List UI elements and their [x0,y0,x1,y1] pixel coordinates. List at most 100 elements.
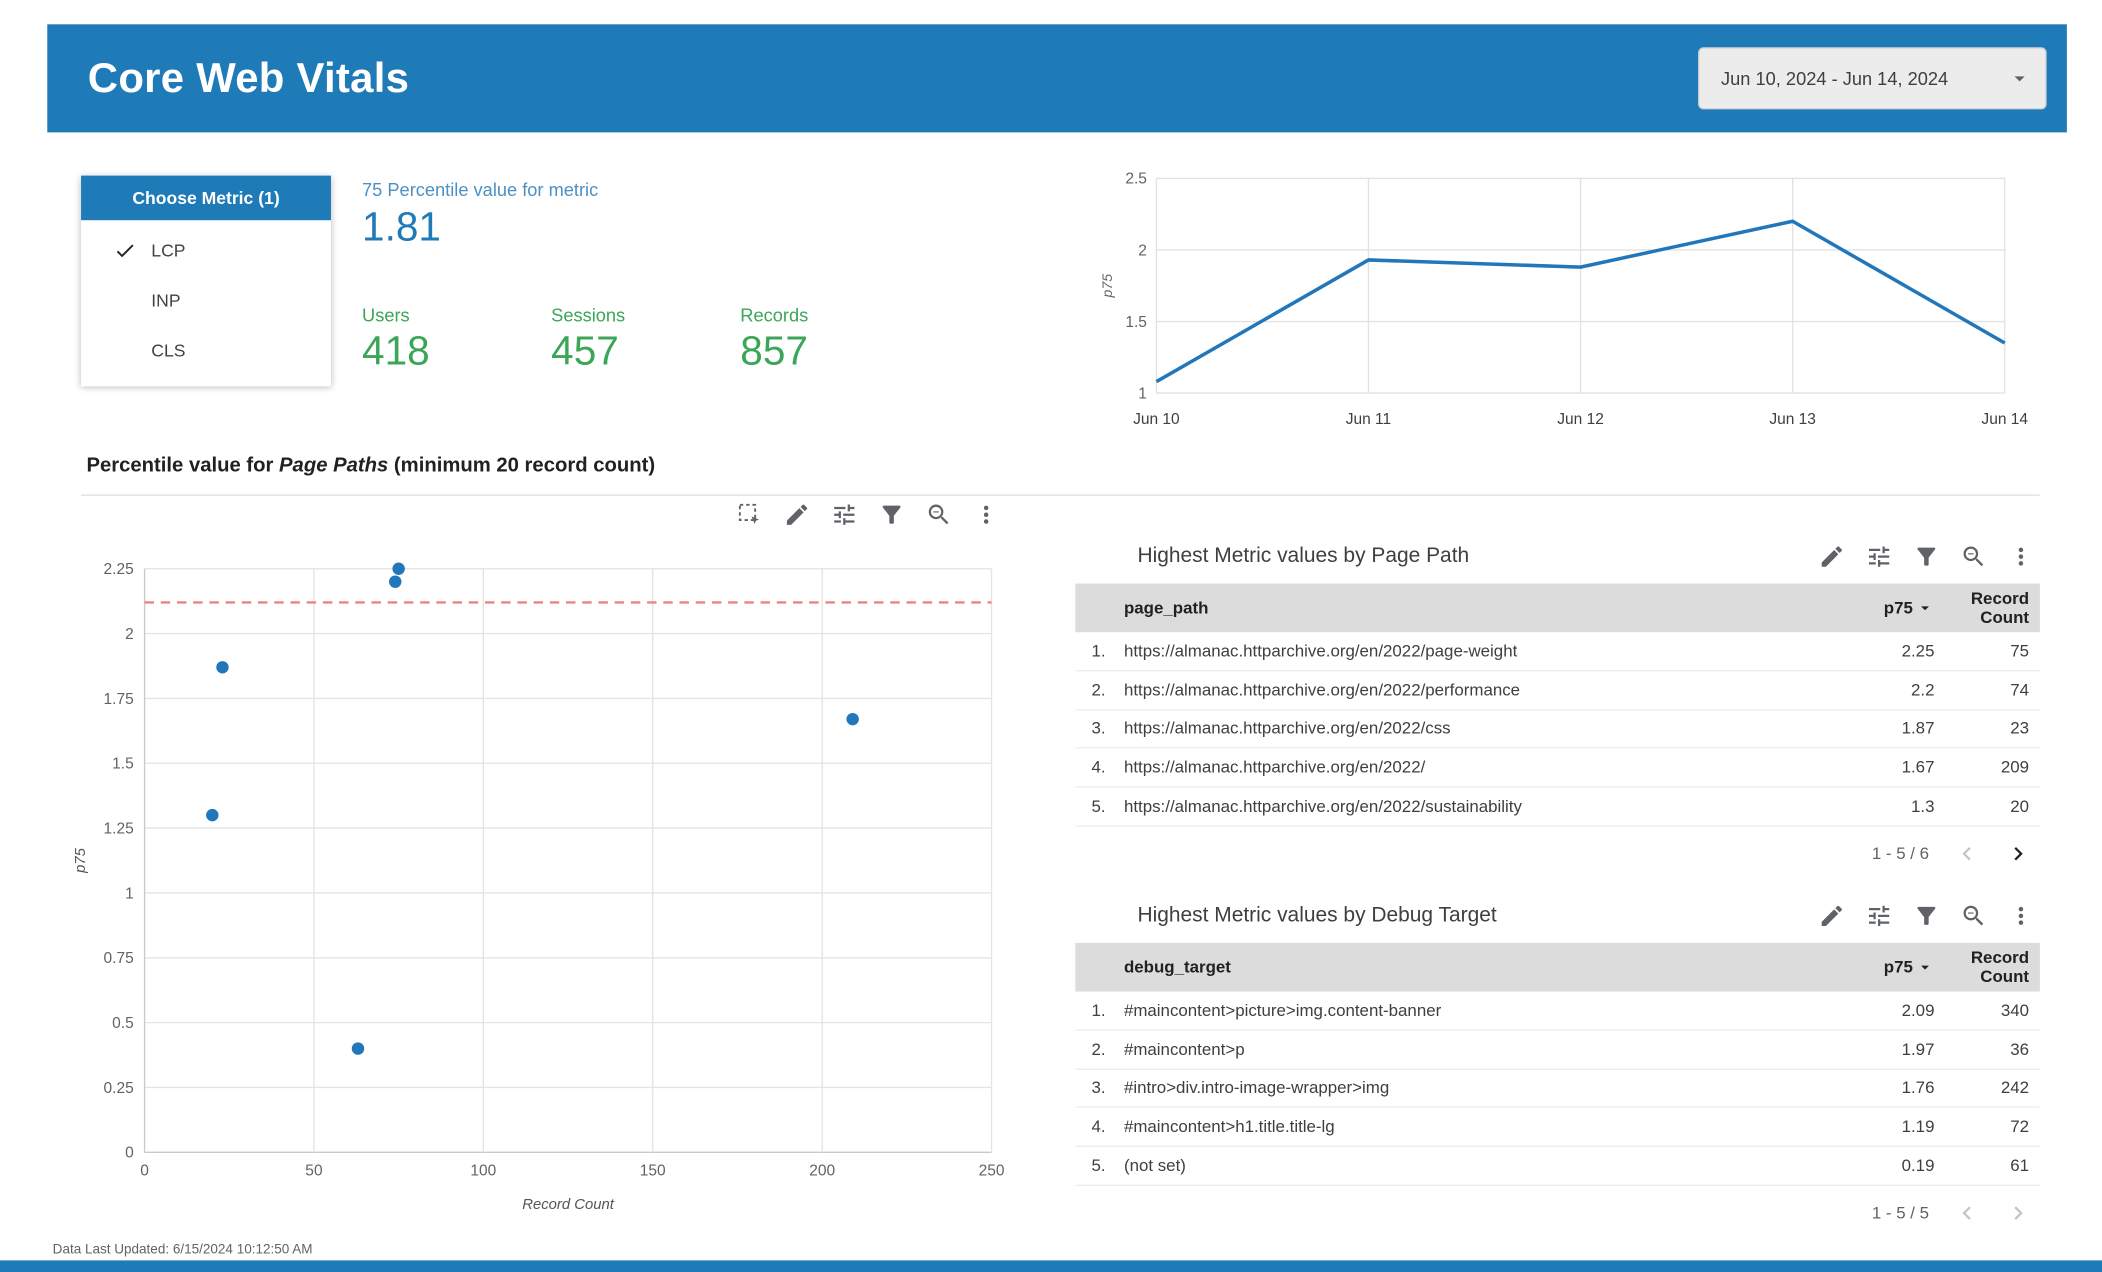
svg-text:Jun 12: Jun 12 [1557,411,1604,428]
svg-text:1.5: 1.5 [1125,314,1147,331]
metric-option-lcp[interactable]: LCP [81,226,331,276]
row-index: 3. [1091,1078,1106,1098]
sliders-icon[interactable] [1866,543,1893,570]
table-row[interactable]: 1. https://almanac.httparchive.org/en/202… [1075,632,2040,672]
table-row[interactable]: 1. #maincontent>picture>img.content-banne… [1075,992,2040,1031]
sliders-icon[interactable] [1866,902,1893,929]
zoom-icon[interactable] [925,501,952,528]
filter-icon[interactable] [1913,902,1940,929]
svg-text:50: 50 [305,1162,323,1179]
column-header-record-count[interactable]: Record Count [1934,588,2039,627]
chevron-down-icon [2007,66,2031,90]
tables-panel: Highest Metric values by Page Path page_… [1075,532,2040,1251]
svg-text:Jun 14: Jun 14 [1981,411,2028,428]
next-page-button [2005,1200,2032,1227]
filter-icon[interactable] [1913,543,1940,570]
p75-timeseries-chart[interactable]: 1 1.5 2 2.5 Jun 10 Jun 11 Jun 12 Jun 13 Jun 14 p7… [1094,159,2040,436]
row-name: https://almanac.httparchive.org/en/2022/… [1123,719,1451,739]
table-toolbar [1818,902,2040,929]
column-header-p75[interactable]: p75 [1805,958,1935,977]
table-row[interactable]: 5. https://almanac.httparchive.org/en/202… [1075,788,2040,827]
column-header-p75[interactable]: p75 [1805,598,1935,617]
row-index: 4. [1091,1117,1106,1137]
column-header-page-path[interactable]: page_path [1075,598,1804,617]
table-body: 1. #maincontent>picture>img.content-banne… [1075,992,2040,1187]
table-row[interactable]: 2. #maincontent>p 1.97 36 [1075,1030,2040,1070]
edit-icon[interactable] [1818,902,1845,929]
column-header-record-count[interactable]: Record Count [1934,948,2039,987]
check-slot-empty [113,289,136,312]
svg-text:Jun 10: Jun 10 [1133,411,1180,428]
section-title: Percentile value for Page Paths (minimum… [86,453,656,477]
menu-icon[interactable] [2007,902,2034,929]
zoom-icon[interactable] [1960,543,1987,570]
row-index: 3. [1091,719,1106,739]
metric-selector: Choose Metric (1) LCP INP CLS [81,175,331,387]
next-page-button[interactable] [2005,840,2032,867]
menu-icon[interactable] [973,501,1000,528]
metric-option-inp[interactable]: INP [81,276,331,326]
table-row[interactable]: 4. #maincontent>h1.title.title-lg 1.19 72 [1075,1108,2040,1148]
metric-option-cls[interactable]: CLS [81,326,331,376]
metric-selector-title[interactable]: Choose Metric (1) [81,175,331,221]
scatter-toolbar [736,501,999,528]
table-row[interactable]: 4. https://almanac.httparchive.org/en/202… [1075,749,2040,788]
prev-page-button [1953,840,1980,867]
svg-text:0: 0 [140,1162,149,1179]
filter-icon[interactable] [878,501,905,528]
row-p75: 1.76 [1901,1078,1935,1098]
table-header-row: debug_target p75 Record Count [1075,942,2040,992]
row-p75: 1.3 [1910,797,1935,817]
percentile-label: 75 Percentile value for metric [362,179,599,200]
menu-icon[interactable] [2007,543,2034,570]
kpi-value: 457 [551,329,619,375]
row-count: 20 [2010,797,2030,817]
row-name: https://almanac.httparchive.org/en/2022/… [1123,641,1518,661]
check-slot-empty [113,339,136,362]
kpi-value: 857 [740,329,808,375]
metric-option-label: LCP [151,240,186,261]
date-range-picker[interactable]: Jun 10, 2024 - Jun 14, 2024 [1698,47,2047,110]
edit-icon[interactable] [1818,543,1845,570]
percentile-value: 1.81 [362,205,441,250]
table-title: Highest Metric values by Page Path [1137,544,1470,568]
svg-text:0: 0 [125,1145,134,1162]
table-row[interactable]: 2. https://almanac.httparchive.org/en/202… [1075,671,2040,711]
table-page-path: Highest Metric values by Page Path page_… [1075,532,2040,881]
row-index: 5. [1091,1156,1106,1176]
sliders-icon[interactable] [831,501,858,528]
table-body: 1. https://almanac.httparchive.org/en/202… [1075,632,2040,827]
table-row[interactable]: 3. https://almanac.httparchive.org/en/202… [1075,710,2040,749]
table-row[interactable]: 3. #intro>div.intro-image-wrapper>img 1.76… [1075,1069,2040,1109]
column-header-debug-target[interactable]: debug_target [1075,958,1804,977]
svg-text:1.75: 1.75 [104,691,134,708]
table-row[interactable]: 5. (not set) 0.19 61 [1075,1147,2040,1187]
svg-text:2: 2 [125,626,134,643]
svg-text:2.5: 2.5 [1125,171,1147,188]
row-p75: 2.09 [1901,1000,1935,1020]
edit-icon[interactable] [784,501,811,528]
row-index: 1. [1091,1000,1106,1020]
table-title: Highest Metric values by Debug Target [1137,903,1497,927]
zoom-icon[interactable] [1960,902,1987,929]
row-index: 5. [1091,797,1106,817]
row-index: 4. [1091,758,1106,778]
row-name: https://almanac.httparchive.org/en/2022/… [1123,797,1522,817]
row-count: 23 [2010,719,2030,739]
kpi-sessions: Sessions 457 [551,305,740,375]
svg-text:0.5: 0.5 [112,1015,134,1032]
row-count: 340 [2000,1000,2030,1020]
row-count: 72 [2010,1117,2030,1137]
percentile-scatter-chart[interactable]: 0 0.25 0.5 0.75 1 1.25 1.5 1.75 2 2.25 0 50 100 150 20… [68,544,1014,1219]
top-bar: Core Web Vitals Jun 10, 2024 - Jun 14, 2… [47,24,2067,133]
page-title: Core Web Vitals [87,54,410,102]
kpi-row: Users 418 Sessions 457 Records 857 [362,305,929,375]
sort-desc-icon [1916,598,1935,617]
row-p75: 2.2 [1910,680,1935,700]
row-count: 36 [2010,1039,2030,1059]
row-name: https://almanac.httparchive.org/en/2022/ [1123,758,1426,778]
marquee-select-icon[interactable] [736,501,763,528]
pagination: 1 - 5 / 6 [1075,827,2040,881]
row-name: #maincontent>picture>img.content-banner [1123,1000,1442,1020]
row-count: 61 [2010,1156,2030,1176]
